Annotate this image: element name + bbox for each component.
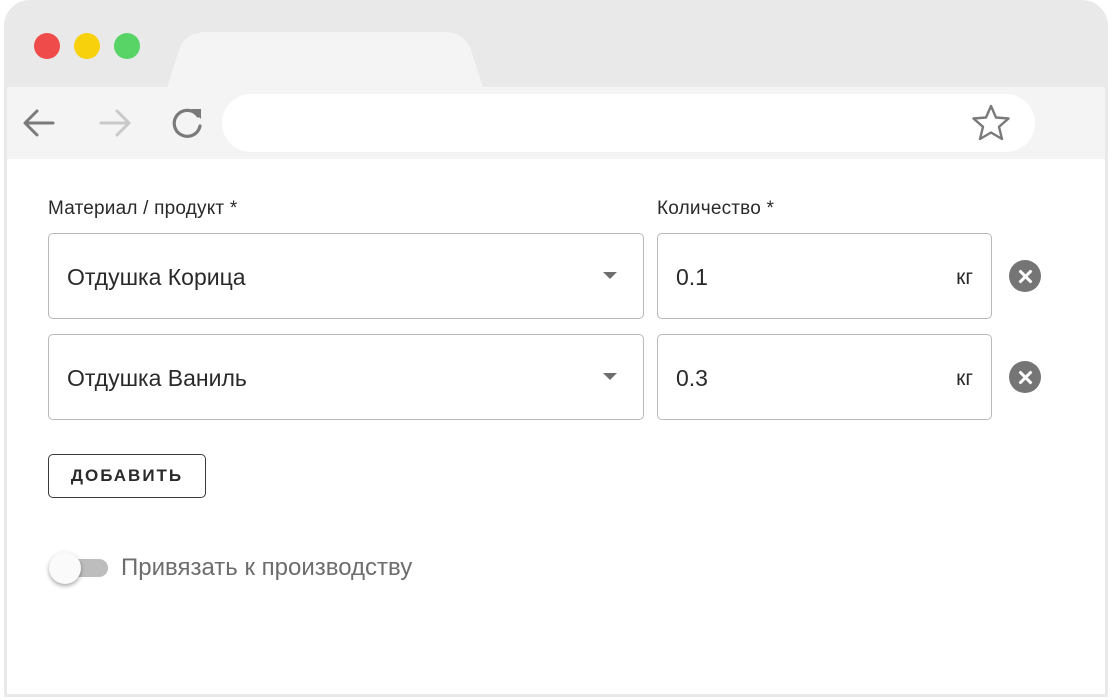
- material-value: Отдушка Корица: [67, 264, 246, 290]
- browser-tab[interactable]: [167, 32, 487, 88]
- remove-row-icon[interactable]: [1009, 361, 1041, 393]
- browser-window: Материал / продукт * Количество * Отдушк…: [4, 0, 1108, 697]
- quantity-label: Количество *: [657, 198, 775, 219]
- quantity-value: 0.3: [676, 365, 708, 391]
- material-label: Материал / продукт *: [48, 198, 238, 219]
- quantity-field[interactable]: 0.3 кг: [657, 334, 992, 420]
- material-select[interactable]: Отдушка Ваниль: [48, 334, 644, 420]
- star-icon[interactable]: [971, 103, 1011, 143]
- unit-label: кг: [956, 367, 973, 390]
- quantity-value: 0.1: [676, 264, 708, 290]
- minimize-window-dot[interactable]: [74, 33, 100, 59]
- arrow-left-icon[interactable]: [17, 101, 61, 145]
- unit-label: кг: [956, 266, 973, 289]
- maximize-window-dot[interactable]: [114, 33, 140, 59]
- close-window-dot[interactable]: [34, 33, 60, 59]
- add-row-button[interactable]: ДОБАВИТЬ: [48, 454, 206, 498]
- reload-icon[interactable]: [165, 101, 209, 145]
- quantity-field[interactable]: 0.1 кг: [657, 233, 992, 319]
- material-select[interactable]: Отдушка Корица: [48, 233, 644, 319]
- arrow-right-icon[interactable]: [93, 101, 137, 145]
- toggle-thumb[interactable]: [49, 552, 81, 584]
- address-bar[interactable]: [222, 94, 1035, 152]
- remove-row-icon[interactable]: [1009, 260, 1041, 292]
- chevron-down-icon[interactable]: [603, 272, 617, 279]
- toggle-label: Привязать к производству: [121, 554, 413, 581]
- chevron-down-icon[interactable]: [603, 373, 617, 380]
- material-value: Отдушка Ваниль: [67, 365, 247, 391]
